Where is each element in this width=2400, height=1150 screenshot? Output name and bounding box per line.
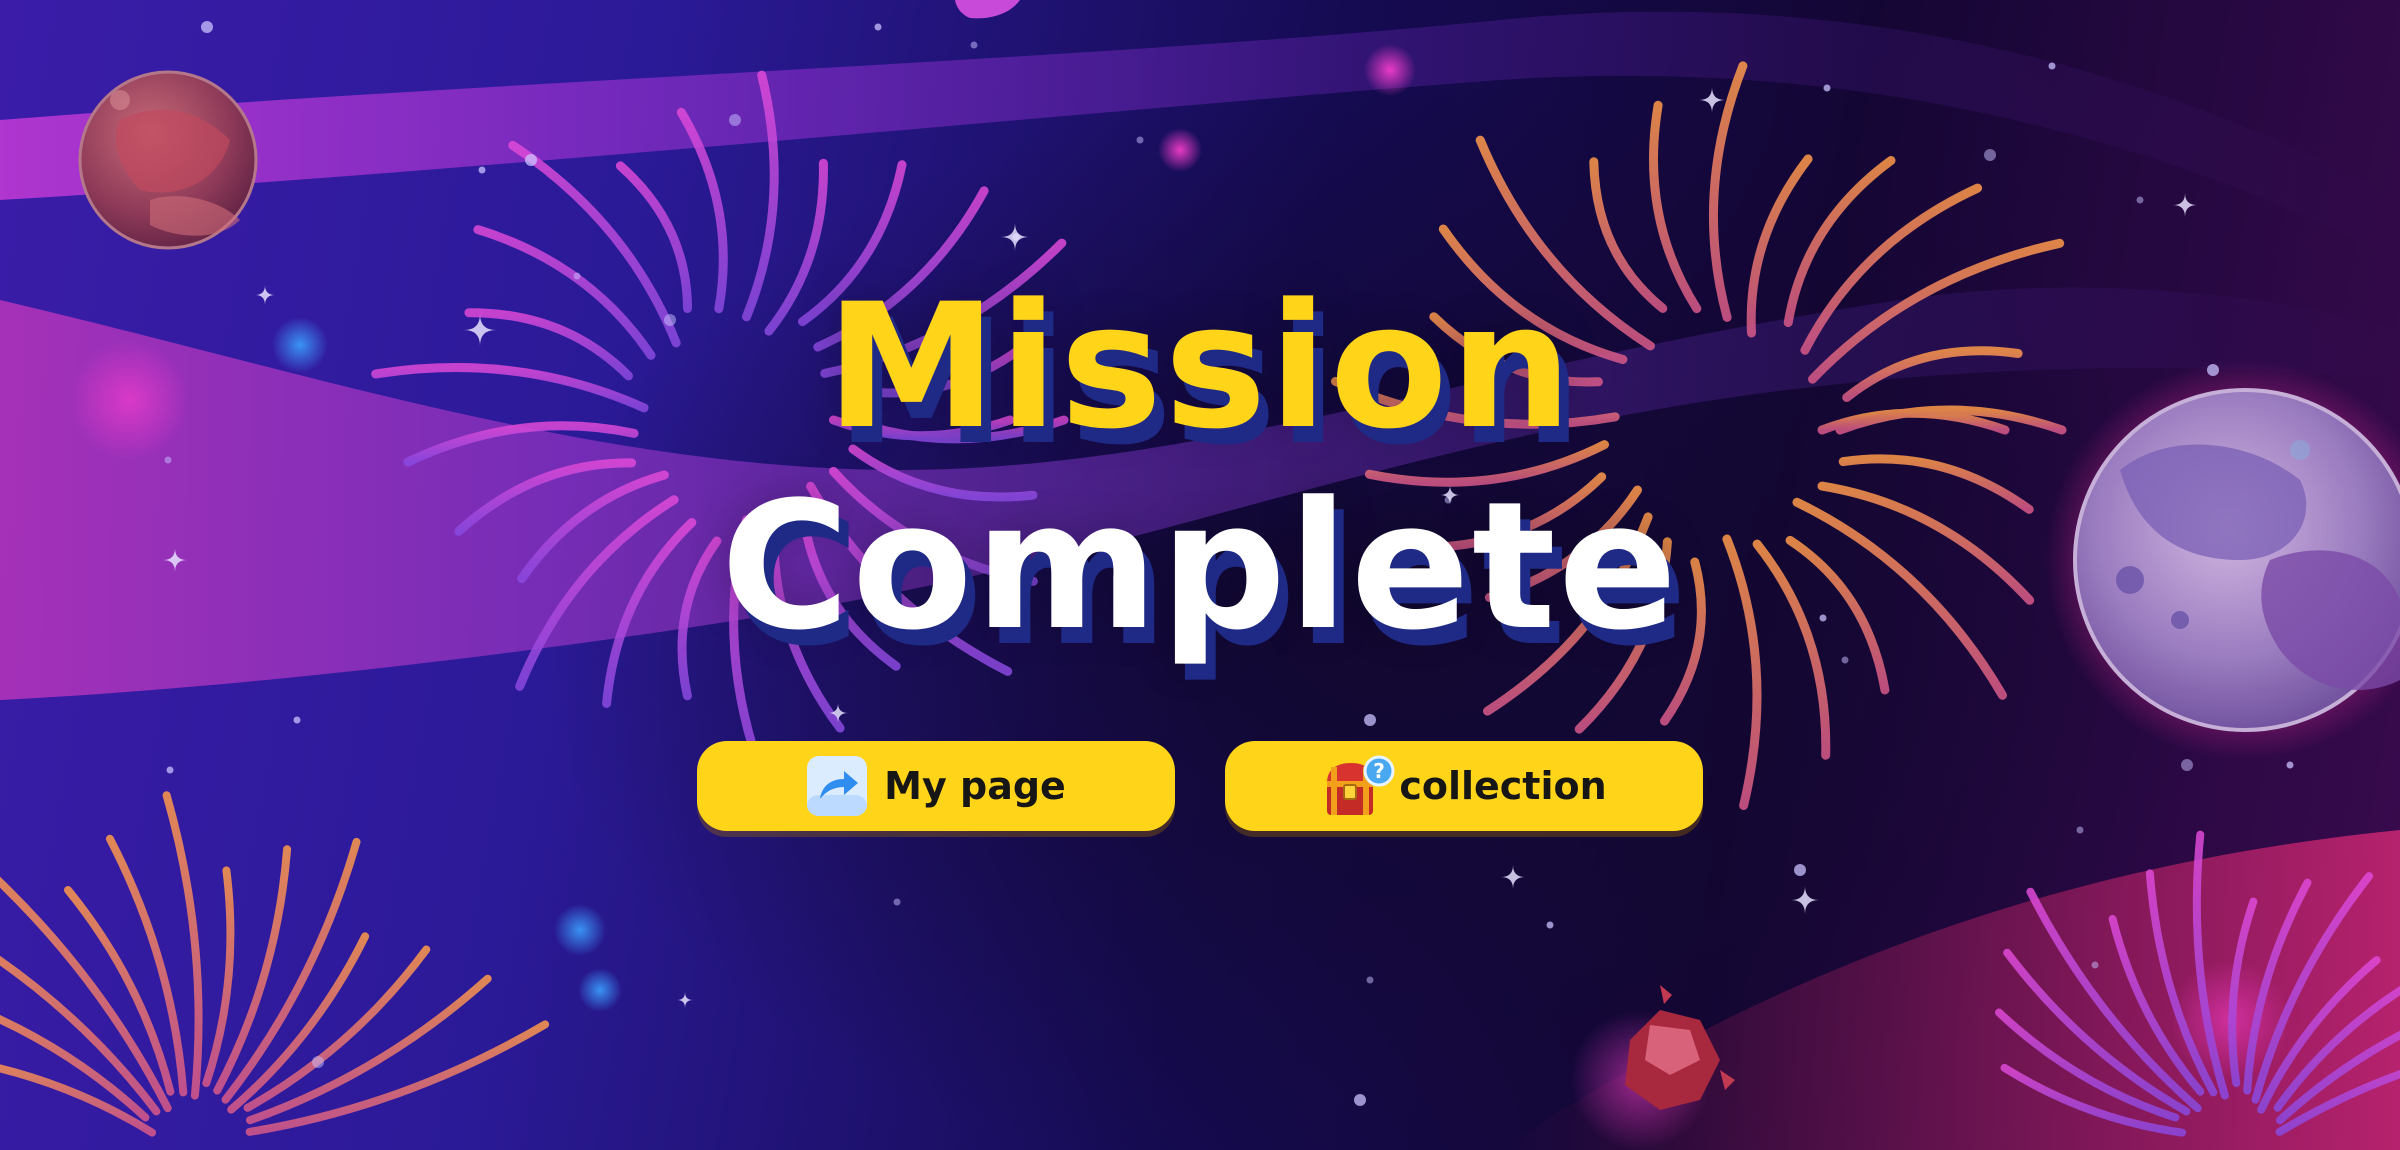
collection-label: collection [1399, 764, 1607, 808]
star-icon [970, 41, 978, 49]
star-icon [2286, 761, 2294, 769]
star-icon [2173, 193, 2197, 217]
star-icon [1794, 864, 1806, 876]
my-page-label: My page [884, 764, 1066, 808]
star-icon [1699, 87, 1725, 113]
star-icon [1791, 886, 1819, 914]
star-icon [729, 114, 741, 126]
svg-text:?: ? [1374, 759, 1386, 783]
title-complete: Complete [720, 464, 1680, 669]
mission-complete-screen: Mission Complete My page ? collection [0, 0, 2400, 1150]
treasure-chest-icon: ? [1321, 755, 1395, 817]
star-icon [312, 1056, 324, 1068]
star-icon [1354, 1094, 1366, 1106]
star-icon [1136, 136, 1144, 144]
firework-icon [0, 791, 550, 1137]
ribbon-top [0, 11, 2400, 260]
star-icon [2048, 62, 2056, 70]
star-icon [2076, 826, 2084, 834]
star-icon [201, 21, 213, 33]
star-icon [478, 166, 486, 174]
star-icon [2091, 961, 2099, 969]
star-icon [1984, 149, 1996, 161]
my-page-button[interactable]: My page [697, 741, 1175, 831]
star-icon [2136, 196, 2144, 204]
star-icon [1001, 223, 1029, 251]
collection-button[interactable]: ? collection [1225, 741, 1703, 831]
star-icon [1366, 976, 1374, 984]
star-icon [525, 154, 537, 166]
star-icon [1546, 921, 1554, 929]
star-icon [293, 716, 301, 724]
share-arrow-icon [806, 755, 868, 817]
star-icon [677, 992, 693, 1008]
star-icon [893, 898, 901, 906]
star-icon [1364, 714, 1376, 726]
title-mission: Mission [825, 266, 1575, 467]
star-icon [874, 23, 882, 31]
star-icon [2181, 759, 2193, 771]
star-icon [1823, 84, 1831, 92]
star-icon [1501, 865, 1525, 889]
star-icon [166, 766, 174, 774]
planet-icon [78, 70, 258, 250]
